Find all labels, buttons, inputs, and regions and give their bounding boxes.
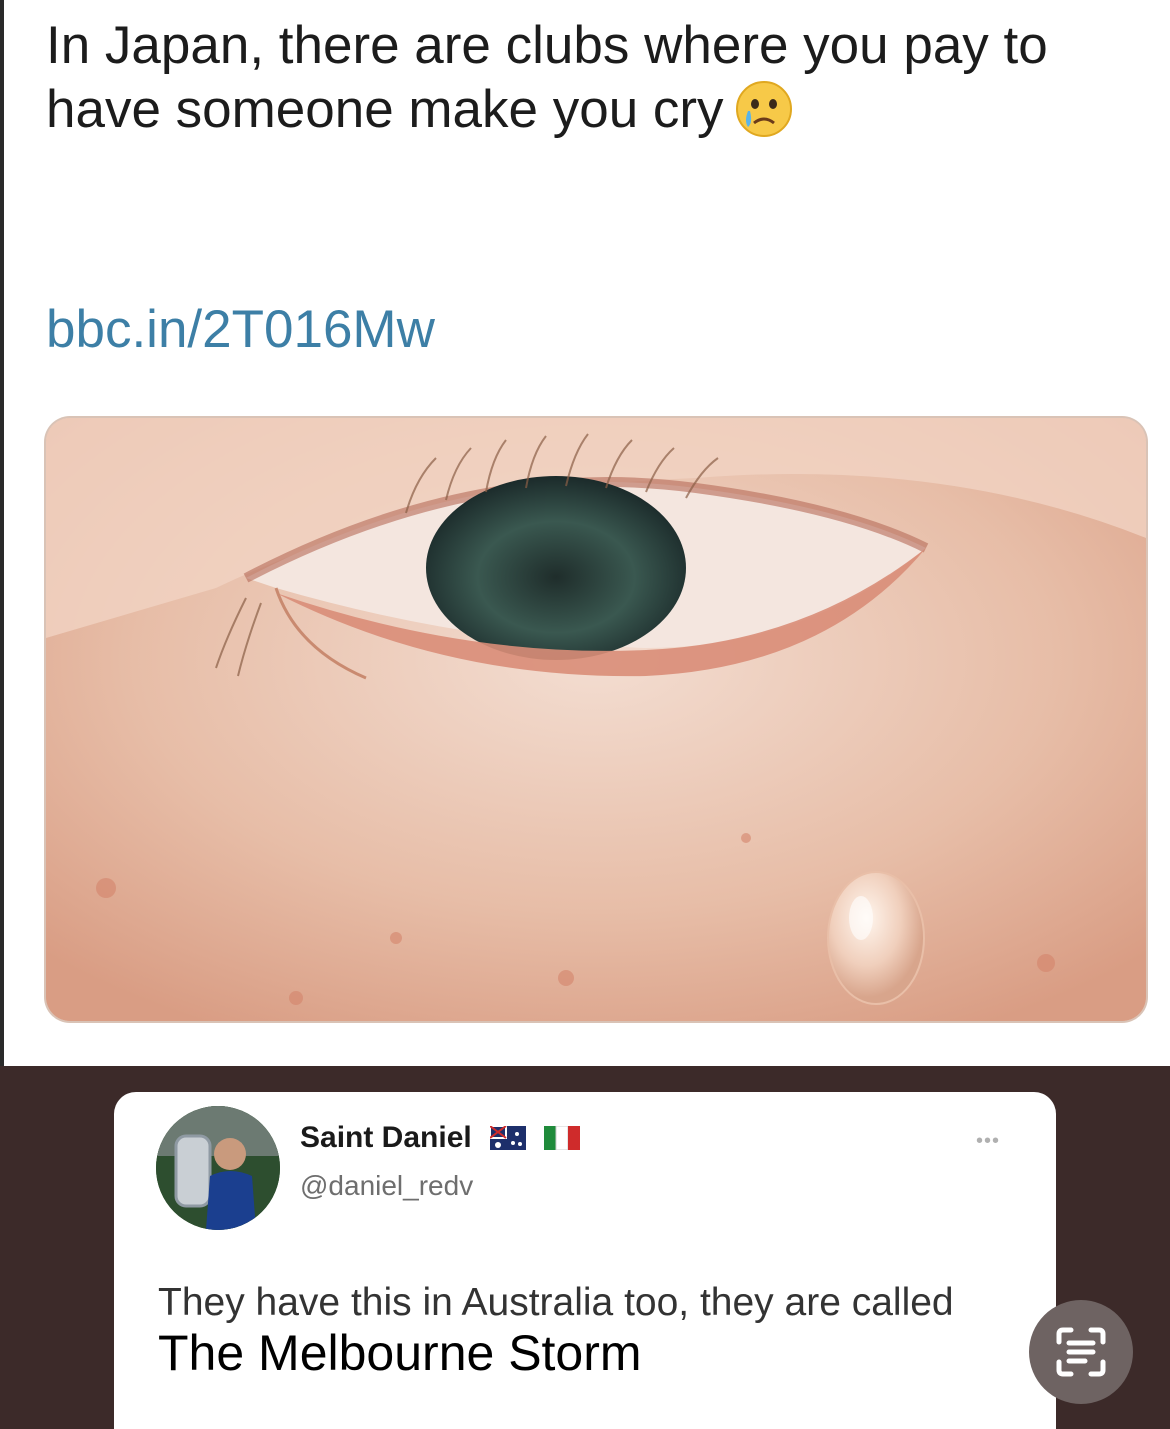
post-headline-text: In Japan, there are clubs where you pay … xyxy=(46,16,1048,139)
author-name: Saint Daniel xyxy=(300,1121,581,1158)
original-post: In Japan, there are clubs where you pay … xyxy=(0,0,1170,1066)
live-text-scan-button[interactable] xyxy=(1029,1300,1133,1404)
reply-text-overlay: The Melbourne Storm xyxy=(158,1325,642,1381)
australia-flag-icon xyxy=(489,1124,527,1158)
avatar[interactable] xyxy=(156,1106,280,1230)
post-headline: In Japan, there are clubs where you pay … xyxy=(46,14,1106,142)
author-name-text: Saint Daniel xyxy=(300,1121,472,1154)
italy-flag-icon xyxy=(544,1124,581,1158)
reply-text: They have this in Australia too, they ar… xyxy=(158,1278,1018,1383)
more-options-icon[interactable]: ••• xyxy=(976,1130,1000,1153)
author-handle[interactable]: @daniel_redv xyxy=(300,1170,473,1202)
reply-text-start: They have this in Australia too, they ar… xyxy=(158,1281,954,1324)
crying-eye-photo xyxy=(46,418,1146,1021)
article-link[interactable]: bbc.in/2T016Mw xyxy=(46,300,435,360)
live-text-scan-icon xyxy=(1029,1327,1133,1408)
crying-face-icon xyxy=(734,79,794,139)
